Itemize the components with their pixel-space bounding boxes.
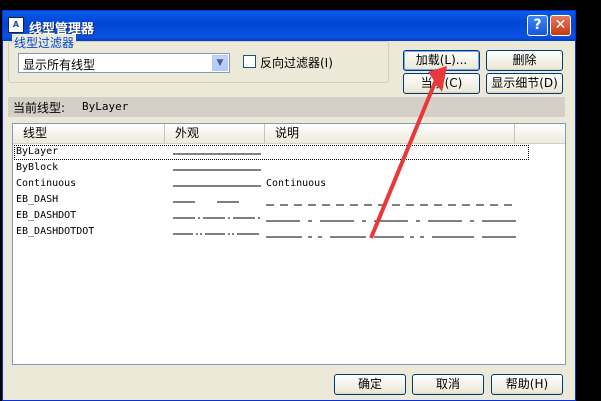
current-button[interactable]: 当前(C) [403, 73, 480, 94]
invert-filter-checkbox[interactable] [243, 55, 256, 68]
table-row[interactable]: EB_DASH [14, 193, 566, 209]
table-row[interactable]: EB_DASHDOT [14, 209, 566, 225]
filter-group-label: 线型过滤器 [12, 34, 77, 51]
linetype-description: Continuous [266, 178, 327, 189]
list-header: 线型 外观 说明 [13, 124, 565, 144]
current-linetype-label: 当前线型: [13, 101, 66, 115]
linetype-name: Continuous [16, 178, 77, 189]
column-header-linetype[interactable]: 线型 [13, 124, 165, 143]
ok-button[interactable]: 确定 [334, 374, 406, 395]
description-ascii-pattern [266, 236, 516, 238]
selection-focus-outline [14, 145, 529, 160]
description-ascii-pattern [266, 220, 516, 222]
filter-select[interactable]: 显示所有线型 ▼ [18, 53, 230, 73]
close-button[interactable]: ✕ [550, 15, 571, 36]
delete-button[interactable]: 删除 [486, 50, 563, 71]
linetype-preview [173, 185, 261, 187]
invert-filter-label[interactable]: 反向过滤器(I) [260, 54, 333, 71]
linetype-name: ByLayer [16, 146, 59, 157]
linetype-preview [173, 217, 260, 219]
linetype-preview [173, 169, 261, 171]
linetype-preview [173, 201, 239, 203]
help-title-button[interactable]: ? [527, 15, 548, 36]
linetype-name: ByBlock [16, 162, 59, 173]
cancel-button[interactable]: 取消 [412, 374, 484, 395]
table-row[interactable]: Continuous Continuous [14, 177, 566, 193]
linetype-name: EB_DASH [16, 194, 59, 205]
table-row[interactable]: ByLayer [14, 145, 566, 161]
load-button[interactable]: 加载(L)... [403, 50, 480, 71]
help-button[interactable]: 帮助(H) [491, 374, 563, 395]
column-header-description[interactable]: 说明 [265, 124, 515, 143]
details-button[interactable]: 显示细节(D) [486, 73, 563, 94]
description-ascii-pattern [266, 204, 512, 206]
title-bar[interactable]: A 线型管理器 ? ✕ [3, 11, 575, 41]
linetype-list[interactable]: 线型 外观 说明 ByLayer ByBlock Continuous Continu… [12, 123, 566, 365]
filter-selected-value: 显示所有线型 [23, 58, 96, 72]
cad-icon: A [8, 17, 24, 33]
linetype-preview [173, 233, 259, 235]
linetype-name: EB_DASHDOT [16, 210, 77, 221]
current-linetype-value: ByLayer [82, 100, 129, 113]
chevron-down-icon[interactable]: ▼ [212, 55, 228, 71]
column-header-appearance[interactable]: 外观 [165, 124, 265, 143]
linetype-preview [173, 153, 261, 155]
table-row[interactable]: ByBlock [14, 161, 566, 177]
linetype-name: EB_DASHDOTDOT [16, 226, 95, 237]
table-row[interactable]: EB_DASHDOTDOT [14, 225, 566, 241]
